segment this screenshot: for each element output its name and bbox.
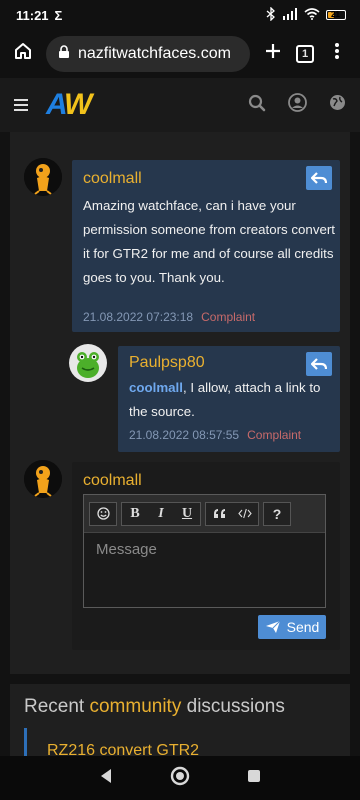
wifi-icon [304, 7, 320, 23]
home-icon[interactable] [10, 41, 36, 67]
comments-section: coolmall Amazing watchface, can i have y… [10, 132, 350, 674]
comment-author[interactable]: Paulpsp80 [129, 354, 205, 372]
paper-plane-icon [265, 620, 280, 633]
site-logo[interactable]: AW [46, 88, 92, 122]
help-button[interactable]: ? [264, 503, 290, 525]
editor-toolbar: B I U ? [84, 495, 325, 533]
system-navigation-bar [0, 756, 360, 800]
code-icon[interactable] [232, 503, 258, 525]
notification-icon: Σ [54, 7, 63, 23]
section-title: Recent community discussions [24, 696, 285, 717]
send-label: Send [286, 619, 320, 635]
reply-button[interactable] [306, 352, 332, 376]
avatar[interactable] [69, 344, 107, 382]
address-bar[interactable]: nazfitwatchfaces.com [46, 36, 250, 72]
comment-card: Paulpsp80 coolmall, I allow, attach a li… [118, 346, 340, 452]
clock: 11:21 [16, 7, 49, 23]
avatar[interactable] [24, 158, 62, 196]
browser-toolbar: nazfitwatchfaces.com 1 [0, 30, 360, 78]
battery-level: 21 [331, 10, 340, 19]
reply-button[interactable] [306, 166, 332, 190]
comment-date: 21.08.2022 07:23:18 [83, 310, 194, 324]
url-text: nazfitwatchfaces.com [78, 45, 231, 62]
quote-icon[interactable] [206, 503, 232, 525]
complaint-link[interactable]: Complaint [201, 310, 255, 324]
reply-arrow-icon [311, 172, 327, 184]
complaint-link[interactable]: Complaint [247, 428, 301, 442]
message-editor: B I U ? [83, 494, 326, 608]
emoji-icon[interactable] [90, 503, 116, 525]
back-icon[interactable] [99, 768, 113, 789]
bluetooth-icon [266, 5, 276, 24]
comment-date: 21.08.2022 08:57:55 [129, 428, 240, 442]
recents-square-icon[interactable] [247, 769, 261, 788]
comment-text: coolmall, I allow, attach a link to the … [129, 380, 321, 419]
message-input[interactable] [84, 533, 325, 607]
more-menu-icon[interactable] [324, 42, 350, 66]
comment-author[interactable]: coolmall [83, 170, 142, 188]
signal-icon [282, 7, 298, 23]
comment-text: Amazing watchface, can i have your permi… [83, 198, 335, 285]
underline-button[interactable]: U [174, 503, 200, 525]
avatar [24, 460, 62, 498]
status-bar: 11:21 Σ 21 [0, 0, 360, 30]
reply-arrow-icon [311, 358, 327, 370]
new-tab-icon[interactable] [260, 42, 286, 66]
language-globe-icon[interactable] [329, 94, 346, 116]
comment-meta: 21.08.2022 07:23:18 Complaint [83, 310, 255, 324]
tab-switcher-button[interactable]: 1 [296, 45, 314, 63]
comment-card: coolmall Amazing watchface, can i have y… [72, 160, 340, 332]
italic-button[interactable]: I [148, 503, 174, 525]
user-account-icon[interactable] [288, 93, 307, 117]
bold-button[interactable]: B [122, 503, 148, 525]
comment-meta: 21.08.2022 08:57:55 Complaint [129, 428, 301, 442]
lock-icon[interactable] [58, 44, 70, 64]
reply-form-author: coolmall [83, 472, 142, 489]
mention-link[interactable]: coolmall [129, 380, 183, 395]
home-circle-icon[interactable] [170, 766, 190, 791]
site-header: AW [0, 78, 360, 132]
battery-icon: 21 [326, 10, 346, 20]
send-button[interactable]: Send [258, 615, 326, 639]
hamburger-menu-icon[interactable] [14, 96, 28, 114]
search-icon[interactable] [248, 94, 266, 117]
